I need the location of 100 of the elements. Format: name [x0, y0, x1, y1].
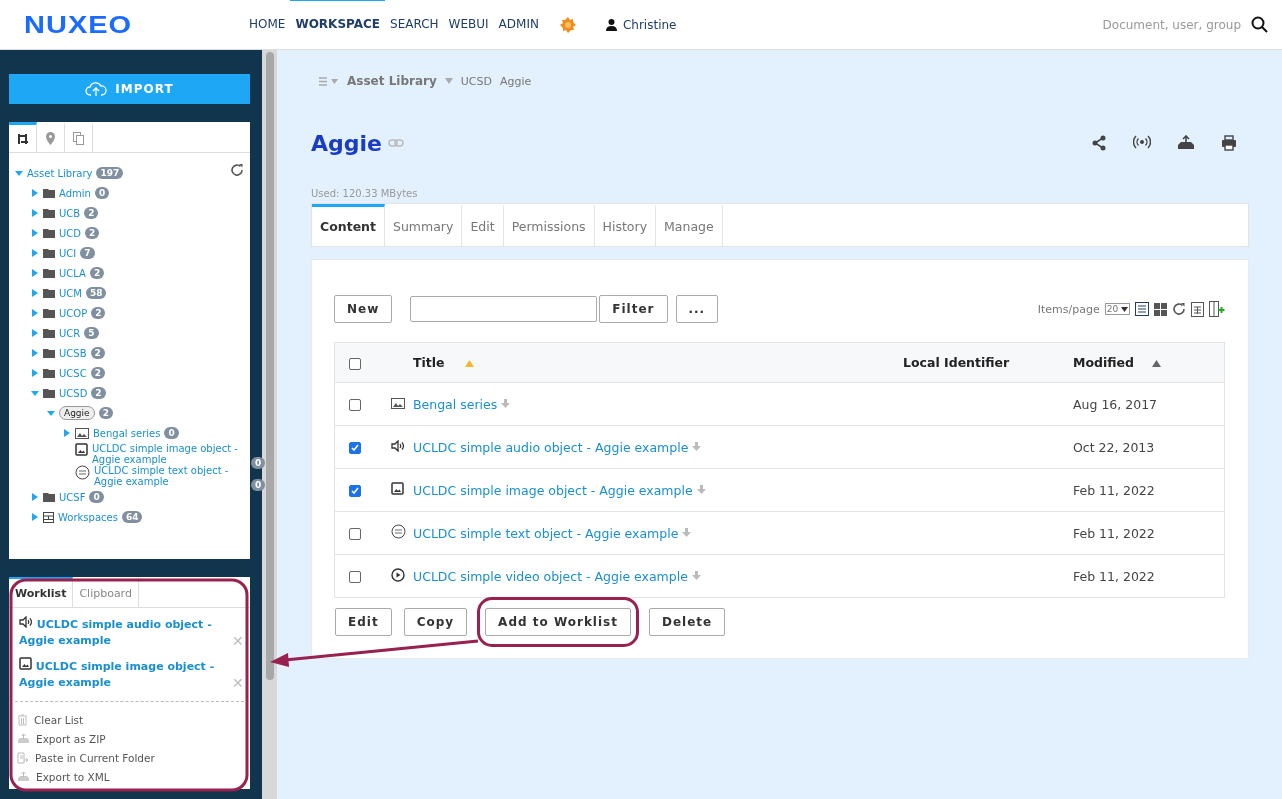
tree-item[interactable]: UCD	[59, 227, 81, 239]
nav-link[interactable]: ADMIN	[493, 0, 544, 47]
nav-link[interactable]: HOME	[244, 0, 291, 47]
more-button[interactable]: ...	[675, 295, 719, 323]
worklist-action[interactable]: Export to XML	[36, 770, 110, 783]
filter-field[interactable]	[410, 296, 598, 322]
sun-icon[interactable]	[559, 16, 576, 33]
share-icon[interactable]	[1091, 135, 1107, 151]
tree-item[interactable]: UCSC	[59, 367, 87, 379]
action-button[interactable]: Copy	[403, 608, 468, 636]
download-icon[interactable]	[501, 398, 511, 409]
action-button[interactable]: Delete	[648, 608, 726, 636]
row-checkbox[interactable]	[349, 442, 361, 454]
document-link[interactable]: Bengal series	[413, 396, 498, 412]
caret-icon[interactable]	[47, 409, 55, 417]
row-checkbox[interactable]	[349, 528, 361, 540]
caret-icon[interactable]	[31, 289, 39, 297]
tree-item[interactable]: UCR	[59, 327, 81, 339]
user-name[interactable]: Christine	[622, 17, 677, 32]
tree-item[interactable]: UCLA	[59, 267, 86, 279]
download-icon[interactable]	[692, 441, 702, 452]
caret-icon[interactable]	[31, 513, 39, 521]
export-icon[interactable]	[1177, 135, 1195, 151]
broadcast-icon[interactable]	[1133, 135, 1151, 149]
caret-icon[interactable]	[31, 369, 39, 377]
filter-button[interactable]: Filter	[599, 295, 668, 323]
logo[interactable]: NUXEO	[24, 10, 224, 39]
print-icon[interactable]	[1221, 135, 1237, 151]
row-checkbox[interactable]	[349, 399, 361, 411]
grid-view-icon[interactable]	[1154, 302, 1167, 316]
spreadsheet-icon[interactable]	[1191, 301, 1204, 317]
caret-icon[interactable]	[31, 189, 39, 197]
column-header[interactable]: Title	[413, 355, 445, 370]
panel-tab[interactable]: Worklist	[9, 577, 74, 607]
tree-item[interactable]: UCSF	[59, 491, 86, 503]
tab[interactable]: Content	[312, 204, 385, 246]
nav-link[interactable]: WORKSPACE	[290, 0, 385, 47]
tree-item[interactable]: Asset Library	[27, 167, 93, 179]
row-checkbox[interactable]	[349, 571, 361, 583]
document-link[interactable]: UCLDC simple audio object - Aggie example	[413, 439, 689, 455]
caret-icon[interactable]	[31, 389, 39, 397]
tree-item[interactable]: UCLDC simple image object - Aggie example	[92, 443, 242, 465]
list-view-icon[interactable]	[1135, 302, 1149, 316]
action-button[interactable]: Add to Worklist	[485, 608, 631, 636]
tree-item[interactable]: Admin	[59, 187, 91, 199]
panel-tab[interactable]: Clipboard	[73, 577, 139, 607]
items-per-page-select[interactable]: 20	[1104, 303, 1130, 315]
breadcrumb-link[interactable]: Aggie	[499, 74, 532, 88]
tree-item[interactable]: UCI	[59, 247, 77, 259]
breadcrumb-link[interactable]: Asset Library	[347, 74, 437, 88]
search-field[interactable]: Document, user, group	[1099, 16, 1243, 33]
row-checkbox[interactable]	[349, 485, 361, 497]
tree-item[interactable]: UCB	[59, 207, 81, 219]
caret-icon[interactable]	[31, 249, 39, 257]
breadcrumb-link[interactable]: UCSD	[460, 74, 492, 88]
tree-item[interactable]: Aggie	[59, 406, 95, 420]
caret-icon[interactable]	[31, 309, 39, 317]
caret-icon[interactable]	[31, 493, 39, 501]
worklist-action[interactable]: Paste in Current Folder	[35, 751, 155, 764]
tree-item[interactable]: UCSB	[59, 347, 87, 359]
tab[interactable]: Permissions	[503, 204, 595, 246]
tree-item[interactable]: UCSD	[59, 387, 88, 399]
caret-icon[interactable]	[31, 229, 39, 237]
refresh-icon[interactable]	[1172, 302, 1186, 316]
select-all-checkbox[interactable]	[349, 357, 361, 370]
sort-icon[interactable]	[1152, 360, 1162, 367]
tree-item[interactable]: UCOP	[59, 307, 88, 319]
tab[interactable]: Summary	[385, 204, 463, 246]
caret-icon[interactable]	[63, 429, 71, 437]
search-icon[interactable]	[1251, 16, 1268, 33]
link-icon[interactable]	[388, 139, 404, 147]
new-button[interactable]: New	[334, 295, 393, 323]
download-icon[interactable]	[682, 527, 692, 538]
panel-tab[interactable]	[9, 122, 37, 152]
tab[interactable]: Manage	[656, 204, 723, 246]
document-link[interactable]: UCLDC simple text object - Aggie example	[413, 525, 679, 541]
nav-link[interactable]: SEARCH	[385, 0, 444, 47]
document-link[interactable]: UCLDC simple image object - Aggie example	[413, 482, 693, 498]
column-header[interactable]: Modified	[1073, 355, 1134, 370]
nav-link[interactable]: WEBUI	[443, 0, 494, 47]
caret-icon[interactable]	[15, 169, 23, 177]
document-link[interactable]: UCLDC simple video object - Aggie example	[413, 568, 688, 584]
tab[interactable]: History	[594, 204, 657, 246]
add-column-icon[interactable]	[1209, 301, 1225, 317]
caret-icon[interactable]	[31, 329, 39, 337]
action-button[interactable]: Edit	[335, 608, 392, 636]
tree-item[interactable]: UCLDC simple text object - Aggie example	[94, 465, 244, 487]
worklist-action[interactable]: Export as ZIP	[36, 732, 106, 745]
worklist-item[interactable]: UCLDC simple audio object - Aggie example	[19, 616, 228, 649]
menu-icon[interactable]	[319, 76, 339, 86]
tree-item[interactable]: Bengal series	[93, 427, 161, 439]
refresh-icon[interactable]	[230, 163, 244, 177]
tree-item[interactable]: Workspaces	[58, 511, 118, 523]
worklist-action[interactable]: Clear List	[34, 713, 84, 726]
import-button[interactable]: IMPORT	[9, 74, 250, 104]
tree-item[interactable]: UCM	[59, 287, 82, 299]
caret-icon[interactable]	[31, 349, 39, 357]
caret-icon[interactable]	[444, 78, 453, 84]
tab[interactable]: Edit	[462, 204, 504, 246]
download-icon[interactable]	[691, 570, 701, 581]
